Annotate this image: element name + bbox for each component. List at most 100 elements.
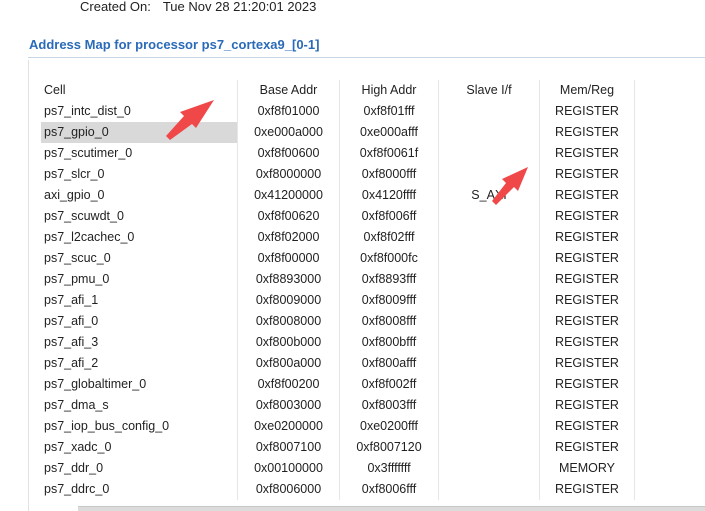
row-slave-if <box>438 143 539 164</box>
row-base-addr: 0xf8008000 <box>237 311 339 332</box>
row-cell-name: ps7_xadc_0 <box>44 440 112 454</box>
row-slave-if <box>438 290 539 311</box>
row-slave-if <box>438 101 539 122</box>
row-cell-name: ps7_afi_1 <box>44 293 99 307</box>
table-row[interactable]: ps7_afi_1 0xf8009000 0xf8009fff REGISTER <box>41 290 635 311</box>
row-slave-if <box>438 206 539 227</box>
header-high-addr[interactable]: High Addr <box>339 80 438 101</box>
row-slave-if <box>438 437 539 458</box>
table-row[interactable]: ps7_intc_dist_0 0xf8f01000 0xf8f01fff REGIS… <box>41 101 635 122</box>
table-row[interactable]: ps7_gpio_0 0xe000a000 0xe000afff REGISTER <box>41 122 635 143</box>
row-mem-reg: REGISTER <box>539 122 635 143</box>
row-high-addr: 0xf8008fff <box>339 311 438 332</box>
address-map-table: Cell Base Addr High Addr Slave I/f Mem/R… <box>41 80 635 500</box>
row-high-addr: 0xe000afff <box>339 122 438 143</box>
row-mem-reg: REGISTER <box>539 290 635 311</box>
table-row[interactable]: ps7_pmu_0 0xf8893000 0xf8893fff REGISTER <box>41 269 635 290</box>
row-cell-name: ps7_gpio_0 <box>41 122 237 143</box>
row-slave-if <box>438 227 539 248</box>
row-slave-if <box>438 332 539 353</box>
row-high-addr: 0x4120ffff <box>339 185 438 206</box>
table-row[interactable]: ps7_l2cachec_0 0xf8f02000 0xf8f02fff REGIST… <box>41 227 635 248</box>
row-base-addr: 0xf8f01000 <box>237 101 339 122</box>
row-mem-reg: REGISTER <box>539 332 635 353</box>
row-base-addr: 0xe0200000 <box>237 416 339 437</box>
row-high-addr: 0xf8f002ff <box>339 374 438 395</box>
row-high-addr: 0x3fffffff <box>339 458 438 479</box>
row-cell-name: ps7_slcr_0 <box>44 167 105 181</box>
table-row[interactable]: ps7_scuwdt_0 0xf8f00620 0xf8f006ff REGISTER <box>41 206 635 227</box>
row-high-addr: 0xf8893fff <box>339 269 438 290</box>
row-slave-if <box>438 269 539 290</box>
row-cell-name: ps7_afi_0 <box>44 314 99 328</box>
row-cell-name: ps7_dma_s <box>44 398 109 412</box>
row-high-addr: 0xf8f01fff <box>339 101 438 122</box>
header-base-addr[interactable]: Base Addr <box>237 80 339 101</box>
row-base-addr: 0xf8f02000 <box>237 227 339 248</box>
table-row[interactable]: ps7_afi_0 0xf8008000 0xf8008fff REGISTER <box>41 311 635 332</box>
table-row[interactable]: ps7_afi_3 0xf800b000 0xf800bfff REGISTER <box>41 332 635 353</box>
table-row[interactable]: ps7_ddrc_0 0xf8006000 0xf8006fff REGISTER <box>41 479 635 500</box>
table-body: ps7_intc_dist_0 0xf8f01000 0xf8f01fff REGIS… <box>41 101 635 500</box>
row-mem-reg: REGISTER <box>539 479 635 500</box>
row-cell-name: ps7_globaltimer_0 <box>44 377 147 391</box>
table-row[interactable]: ps7_slcr_0 0xf8000000 0xf8000fff REGISTER <box>41 164 635 185</box>
row-base-addr: 0xf800b000 <box>237 332 339 353</box>
row-base-addr: 0xf8f00600 <box>237 143 339 164</box>
row-mem-reg: REGISTER <box>539 164 635 185</box>
section-title: Address Map for processor ps7_cortexa9_[… <box>29 37 320 52</box>
row-cell-name: ps7_scuwdt_0 <box>44 209 124 223</box>
row-high-addr: 0xf8009fff <box>339 290 438 311</box>
row-high-addr: 0xe0200fff <box>339 416 438 437</box>
row-base-addr: 0xf8f00000 <box>237 248 339 269</box>
header-slave-if[interactable]: Slave I/f <box>438 80 539 101</box>
table-header: Cell Base Addr High Addr Slave I/f Mem/R… <box>41 80 635 101</box>
row-mem-reg: REGISTER <box>539 227 635 248</box>
table-row[interactable]: axi_gpio_0 0x41200000 0x4120ffff S_AXI REGIS… <box>41 185 635 206</box>
row-cell-name: ps7_afi_2 <box>44 356 99 370</box>
row-cell-name: axi_gpio_0 <box>44 188 105 202</box>
row-cell-name: ps7_ddrc_0 <box>44 482 110 496</box>
row-high-addr: 0xf800afff <box>339 353 438 374</box>
row-cell-name: ps7_afi_3 <box>44 335 99 349</box>
row-mem-reg: REGISTER <box>539 269 635 290</box>
row-high-addr: 0xf8003fff <box>339 395 438 416</box>
row-mem-reg: REGISTER <box>539 374 635 395</box>
row-slave-if <box>438 416 539 437</box>
row-mem-reg: REGISTER <box>539 185 635 206</box>
row-high-addr: 0xf8f006ff <box>339 206 438 227</box>
row-mem-reg: REGISTER <box>539 143 635 164</box>
header-cell[interactable]: Cell <box>41 80 237 101</box>
title-divider <box>28 57 705 58</box>
row-slave-if <box>438 479 539 500</box>
table-row[interactable]: ps7_globaltimer_0 0xf8f00200 0xf8f002ff REG… <box>41 374 635 395</box>
table-row[interactable]: ps7_iop_bus_config_0 0xe0200000 0xe0200fff… <box>41 416 635 437</box>
row-slave-if <box>438 122 539 143</box>
row-slave-if <box>438 164 539 185</box>
row-base-addr: 0x41200000 <box>237 185 339 206</box>
table-row[interactable]: ps7_xadc_0 0xf8007100 0xf8007120 REGISTER <box>41 437 635 458</box>
horizontal-scrollbar[interactable] <box>78 506 705 511</box>
table-row[interactable]: ps7_afi_2 0xf800a000 0xf800afff REGISTER <box>41 353 635 374</box>
table-row[interactable]: ps7_ddr_0 0x00100000 0x3fffffff MEMORY <box>41 458 635 479</box>
row-slave-if <box>438 248 539 269</box>
table-row[interactable]: ps7_scutimer_0 0xf8f00600 0xf8f0061f REGIST… <box>41 143 635 164</box>
created-on: Created On: Tue Nov 28 21:20:01 2023 <box>80 0 316 14</box>
row-mem-reg: REGISTER <box>539 395 635 416</box>
table-row[interactable]: ps7_scuc_0 0xf8f00000 0xf8f000fc REGISTER <box>41 248 635 269</box>
row-mem-reg: REGISTER <box>539 206 635 227</box>
row-base-addr: 0xf8003000 <box>237 395 339 416</box>
row-base-addr: 0xf8006000 <box>237 479 339 500</box>
table-row[interactable]: ps7_dma_s 0xf8003000 0xf8003fff REGISTER <box>41 395 635 416</box>
row-mem-reg: REGISTER <box>539 101 635 122</box>
row-mem-reg: REGISTER <box>539 437 635 458</box>
header-mem-reg[interactable]: Mem/Reg <box>539 80 635 101</box>
row-cell-name: ps7_scutimer_0 <box>44 146 133 160</box>
row-cell-name: ps7_pmu_0 <box>44 272 110 286</box>
row-base-addr: 0xf8893000 <box>237 269 339 290</box>
row-cell-name: ps7_scuc_0 <box>44 251 111 265</box>
row-cell-name: ps7_intc_dist_0 <box>44 104 131 118</box>
row-high-addr: 0xf8f000fc <box>339 248 438 269</box>
row-base-addr: 0xf8f00620 <box>237 206 339 227</box>
row-cell-name: ps7_ddr_0 <box>44 461 104 475</box>
